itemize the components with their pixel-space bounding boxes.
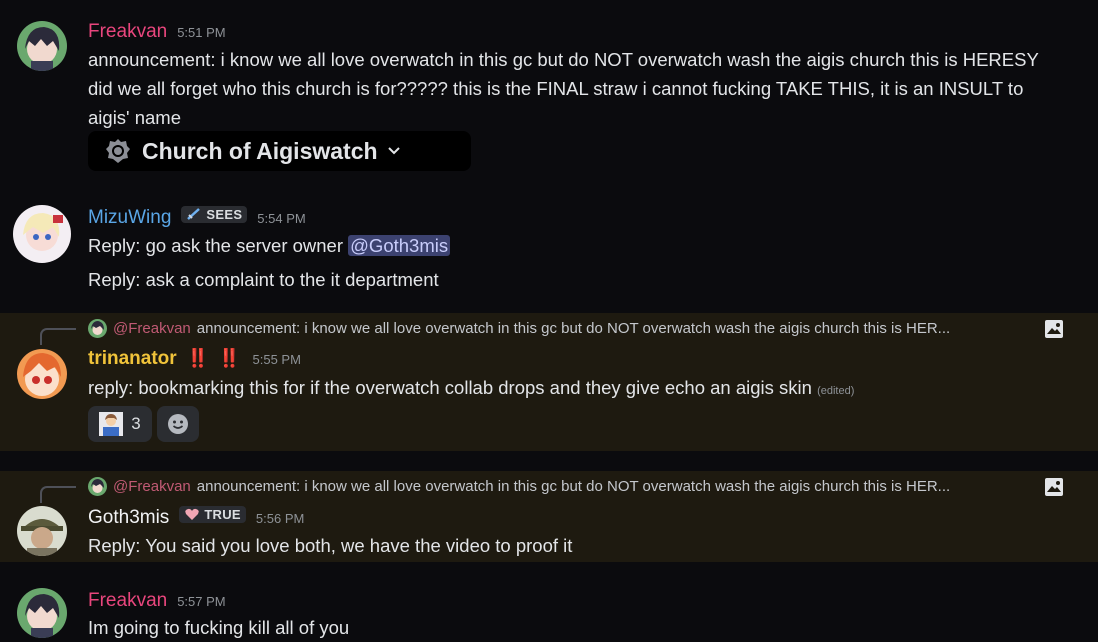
author-name[interactable]: trinanator xyxy=(88,348,177,370)
reply-reference[interactable]: @Freakvan announcement: i know we all lo… xyxy=(88,319,950,338)
reply-connector xyxy=(40,486,76,503)
reply-author[interactable]: @Freakvan xyxy=(113,478,191,495)
sword-icon xyxy=(187,208,201,220)
role-badge[interactable]: TRUE xyxy=(179,505,246,523)
image-icon xyxy=(1045,320,1063,338)
double-exclamation-emoji: ‼️ ‼️ xyxy=(186,348,243,368)
channel-server-icon xyxy=(106,139,130,163)
reaction-custom-emoji[interactable]: 3 xyxy=(88,406,152,442)
message-trinanator: @Freakvan announcement: i know we all lo… xyxy=(0,313,1098,451)
message-content: announcement: i know we all love overwat… xyxy=(88,49,1039,128)
author-name[interactable]: MizuWing xyxy=(88,207,171,229)
custom-emoji-icon xyxy=(99,412,124,436)
reply-preview: announcement: i know we all love overwat… xyxy=(196,320,951,337)
author-name[interactable]: Goth3mis xyxy=(88,507,169,529)
message-goth3mis: @Freakvan announcement: i know we all lo… xyxy=(0,471,1098,562)
timestamp: 5:55 PM xyxy=(252,352,301,367)
timestamp: 5:56 PM xyxy=(255,511,305,526)
avatar-mizuwing[interactable] xyxy=(13,205,71,263)
reply-reference[interactable]: @Freakvan announcement: i know we all lo… xyxy=(88,477,950,496)
avatar-freakvan[interactable] xyxy=(17,588,67,638)
role-badge[interactable]: SEES xyxy=(181,205,248,223)
avatar-trinanator[interactable] xyxy=(17,349,67,399)
message-mizuwing: MizuWing SEES 5:54 PM Reply: go ask the … xyxy=(0,195,1098,295)
image-icon xyxy=(1045,478,1063,496)
timestamp: 5:57 PM xyxy=(177,594,226,609)
reply-author[interactable]: @Freakvan xyxy=(113,320,191,337)
author-name[interactable]: Freakvan xyxy=(88,21,167,43)
author-name[interactable]: Freakvan xyxy=(88,590,167,612)
smiley-icon xyxy=(168,414,188,434)
add-reaction-button[interactable] xyxy=(157,406,199,442)
reply-preview: announcement: i know we all love overwat… xyxy=(196,478,951,495)
channel-link-church-of-aigiswatch[interactable]: Church of Aigiswatch xyxy=(88,131,471,171)
edited-label: (edited) xyxy=(817,385,855,397)
reply-avatar xyxy=(88,477,107,496)
message-content: Im going to fucking kill all of you xyxy=(88,617,350,638)
reply-connector xyxy=(40,328,76,345)
avatar-freakvan[interactable] xyxy=(17,21,67,71)
timestamp: 5:54 PM xyxy=(257,211,306,226)
chevron-down-icon xyxy=(387,147,400,155)
reaction-count: 3 xyxy=(131,414,141,433)
message-content: Reply: You said you love both, we have t… xyxy=(88,535,573,556)
reply-avatar xyxy=(88,319,107,338)
heart-icon xyxy=(185,508,199,520)
message-freakvan-2: Freakvan 5:57 PM Im going to fucking kil… xyxy=(0,580,1098,642)
message-content: reply: bookmarking this for if the overw… xyxy=(88,377,855,398)
avatar-goth3mis[interactable] xyxy=(17,506,67,556)
user-mention[interactable]: @Goth3mis xyxy=(348,235,451,256)
timestamp: 5:51 PM xyxy=(177,25,226,40)
message-freakvan-1: Freakvan 5:51 PM announcement: i know we… xyxy=(0,0,1098,180)
channel-name: Church of Aigiswatch xyxy=(142,137,378,164)
message-content: Reply: go ask the server owner @Goth3mis… xyxy=(88,235,451,290)
